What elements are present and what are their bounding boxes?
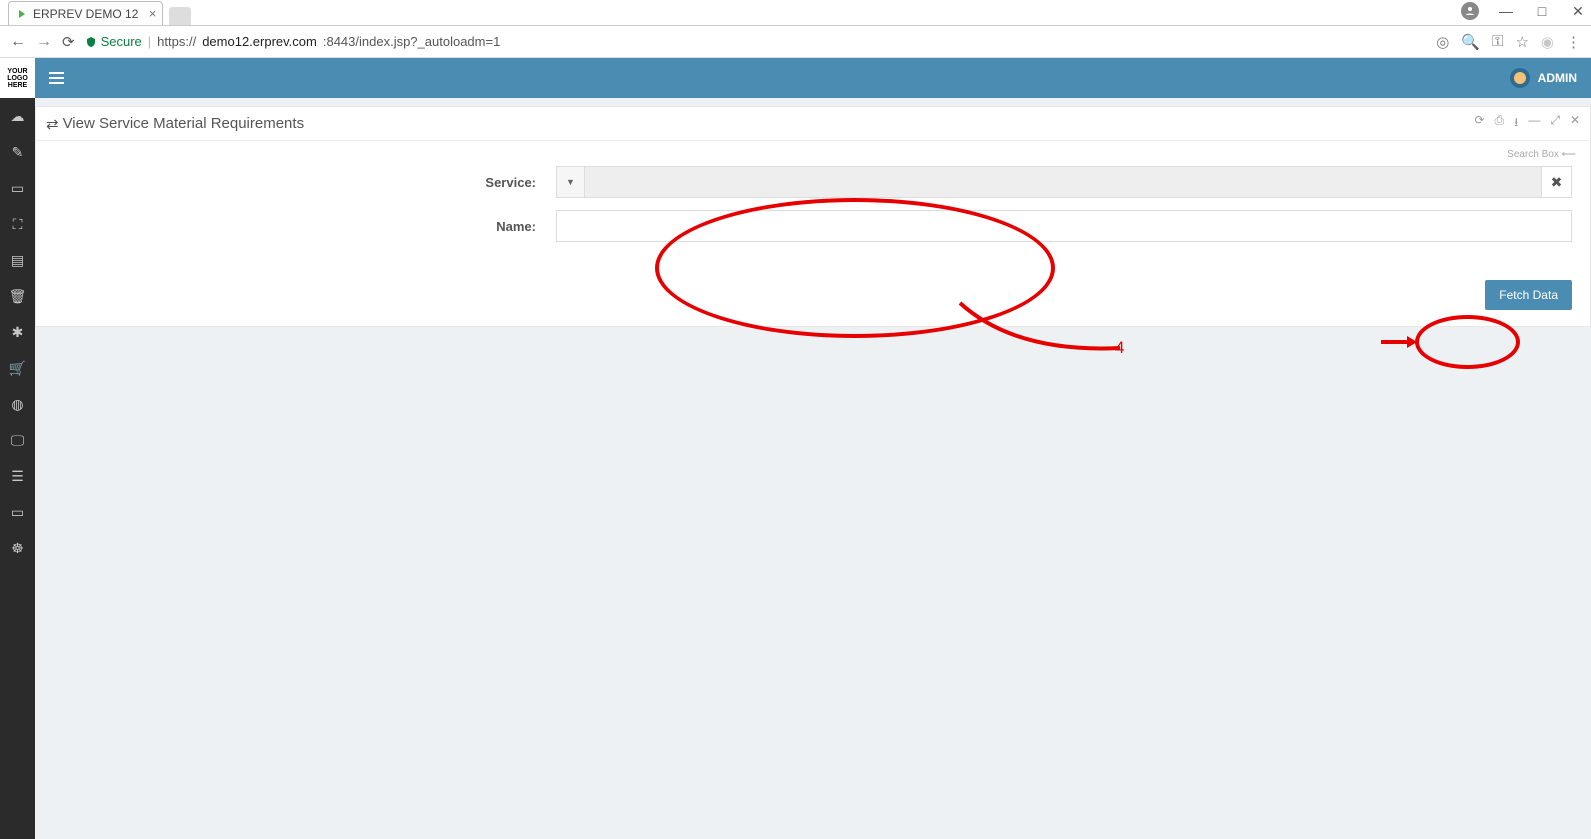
book-icon[interactable]: ▭ bbox=[0, 494, 35, 530]
panel-header: ⇄ View Service Material Requirements ⟳ ⎙… bbox=[36, 107, 1590, 141]
modules-icon[interactable]: ⛶ bbox=[0, 206, 35, 242]
name-label: Name: bbox=[96, 219, 556, 234]
refresh-icon[interactable]: ⟳ bbox=[1474, 113, 1484, 134]
expand-icon[interactable]: ⤢ bbox=[1550, 113, 1560, 134]
panel-title-text: View Service Material Requirements bbox=[63, 115, 305, 132]
panel-toolbar: ⟳ ⎙ ⭳ — ⤢ ✕ bbox=[1474, 113, 1580, 134]
url-box[interactable]: Secure | https:// demo12.erprev.com :8443/… bbox=[85, 34, 1427, 49]
globe-icon[interactable]: ◍ bbox=[0, 386, 35, 422]
logo-line1: YOUR bbox=[7, 68, 27, 75]
zoom-icon[interactable]: 🔍 bbox=[1461, 33, 1480, 51]
window-minimize-icon[interactable]: — bbox=[1497, 3, 1515, 19]
new-tab-button[interactable] bbox=[169, 7, 191, 25]
url-divider: | bbox=[148, 34, 151, 49]
topbar-user[interactable]: ADMIN bbox=[1510, 68, 1577, 88]
panel-title: ⇄ View Service Material Requirements bbox=[46, 115, 304, 133]
user-label: ADMIN bbox=[1538, 71, 1577, 85]
tab-strip: ERPREV DEMO 12 × — □ ✕ bbox=[0, 0, 1591, 26]
secure-label: Secure bbox=[101, 34, 142, 49]
doc-icon[interactable]: ▤ bbox=[0, 242, 35, 278]
url-scheme: https:// bbox=[157, 34, 196, 49]
download-icon[interactable]: ⭳ bbox=[1514, 113, 1518, 134]
searchbox-toggle[interactable]: Search Box ⟵ bbox=[36, 141, 1590, 160]
chrome-user-icon[interactable] bbox=[1461, 2, 1479, 20]
topbar: ADMIN bbox=[35, 58, 1591, 98]
row-name: Name: bbox=[96, 210, 1572, 242]
annotation-step-number: 4 bbox=[1115, 338, 1124, 358]
app-root: YOUR LOGO HERE ☁ ✎ ▭ ⛶ ▤ 🗑 ✱ 🛒 ◍ 🖵 ☰ ▭ ☸… bbox=[0, 58, 1591, 839]
star-icon[interactable]: ☆ bbox=[1515, 33, 1528, 51]
tab-close-icon[interactable]: × bbox=[149, 6, 157, 21]
sidebar: YOUR LOGO HERE ☁ ✎ ▭ ⛶ ▤ 🗑 ✱ 🛒 ◍ 🖵 ☰ ▭ ☸ bbox=[0, 58, 35, 839]
searchbox-label-text: Search Box bbox=[1507, 149, 1559, 160]
secure-indicator: Secure bbox=[85, 34, 142, 49]
extension-icon[interactable]: ◉ bbox=[1541, 33, 1554, 51]
name-input[interactable] bbox=[556, 210, 1572, 242]
service-dropdown-button[interactable]: ▼ bbox=[556, 166, 584, 198]
print-icon[interactable]: ⎙ bbox=[1495, 113, 1505, 134]
row-service: Service: ▼ ✖ bbox=[96, 166, 1572, 198]
window-close-icon[interactable]: ✕ bbox=[1569, 3, 1587, 20]
money-icon[interactable]: ▭ bbox=[0, 170, 35, 206]
shuffle-icon: ⇄ bbox=[46, 115, 59, 133]
tab-title: ERPREV DEMO 12 bbox=[33, 7, 138, 21]
menu-toggle-icon[interactable] bbox=[49, 72, 64, 84]
kebab-menu-icon[interactable]: ⋮ bbox=[1566, 33, 1581, 51]
address-bar: ← → ⟳ Secure | https:// demo12.erprev.com… bbox=[0, 26, 1591, 58]
annotation-arrow-icon bbox=[1381, 336, 1417, 348]
reload-icon[interactable]: ⟳ bbox=[62, 33, 75, 51]
browser-chrome: ERPREV DEMO 12 × — □ ✕ ← → ⟳ Secure | ht… bbox=[0, 0, 1591, 58]
url-path: :8443/index.jsp?_autoloadm=1 bbox=[323, 34, 500, 49]
minimize-icon[interactable]: — bbox=[1528, 113, 1540, 134]
searchbox-collapse-icon: ⟵ bbox=[1562, 149, 1576, 160]
close-icon[interactable]: ✕ bbox=[1570, 113, 1580, 134]
browser-tab[interactable]: ERPREV DEMO 12 × bbox=[8, 1, 163, 25]
logo-line2: LOGO bbox=[7, 75, 28, 82]
url-domain: demo12.erprev.com bbox=[202, 34, 317, 49]
key-icon[interactable]: ⚿ bbox=[1492, 33, 1503, 50]
location-icon[interactable]: ◎ bbox=[1436, 33, 1449, 51]
search-form: Service: ▼ ✖ Name: bbox=[36, 160, 1590, 274]
panel-actions: Fetch Data bbox=[36, 274, 1590, 326]
panel: ⇄ View Service Material Requirements ⟳ ⎙… bbox=[35, 106, 1591, 327]
service-input[interactable] bbox=[584, 166, 1542, 198]
name-field bbox=[556, 210, 1572, 242]
gear-icon[interactable]: ✱ bbox=[0, 314, 35, 350]
window-maximize-icon[interactable]: □ bbox=[1533, 3, 1551, 19]
content: ⇄ View Service Material Requirements ⟳ ⎙… bbox=[35, 98, 1591, 839]
service-label: Service: bbox=[96, 175, 556, 190]
tag-icon[interactable]: ✎ bbox=[0, 134, 35, 170]
db-icon[interactable]: ☰ bbox=[0, 458, 35, 494]
logo[interactable]: YOUR LOGO HERE bbox=[0, 58, 35, 98]
service-clear-button[interactable]: ✖ bbox=[1542, 166, 1572, 198]
dashboard-icon[interactable]: ☁ bbox=[0, 98, 35, 134]
address-bar-icons: ◎ 🔍 ⚿ ☆ ◉ ⋮ bbox=[1436, 33, 1581, 51]
logo-line3: HERE bbox=[8, 82, 27, 89]
monitor-icon[interactable]: 🖵 bbox=[0, 422, 35, 458]
nav-forward-icon[interactable]: → bbox=[36, 33, 52, 51]
support-icon[interactable]: ☸ bbox=[0, 530, 35, 566]
fetch-data-button[interactable]: Fetch Data bbox=[1485, 280, 1572, 310]
favicon-icon bbox=[19, 10, 25, 18]
avatar-icon bbox=[1510, 68, 1530, 88]
nav-back-icon[interactable]: ← bbox=[10, 33, 26, 51]
service-field: ▼ ✖ bbox=[556, 166, 1572, 198]
window-controls: — □ ✕ bbox=[1461, 2, 1587, 20]
main-area: ADMIN ⇄ View Service Material Requiremen… bbox=[35, 58, 1591, 839]
cart-icon[interactable]: 🛒 bbox=[0, 350, 35, 386]
trash-icon[interactable]: 🗑 bbox=[0, 278, 35, 314]
